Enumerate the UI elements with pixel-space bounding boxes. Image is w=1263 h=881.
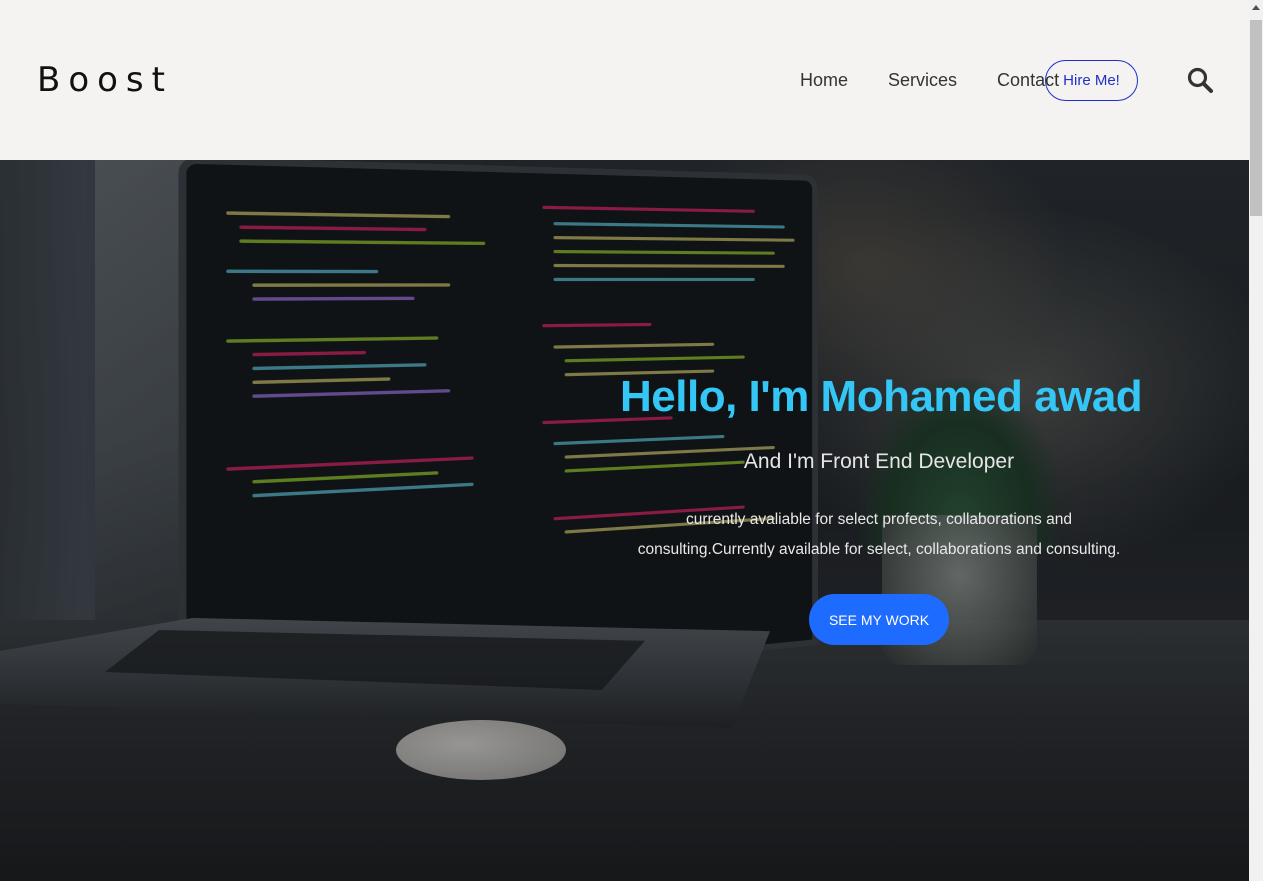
hero-content: Hello, I'm Mohamed awad And I'm Front En… (620, 160, 1143, 881)
hire-me-button[interactable]: Hire Me! (1045, 60, 1138, 101)
hero-description: currently avaliable for select profects,… (637, 511, 1121, 558)
hero-section: Hello, I'm Mohamed awad And I'm Front En… (0, 160, 1249, 881)
vertical-scrollbar[interactable] (1249, 0, 1263, 881)
hero-title: Hello, I'm Mohamed awad (620, 372, 1143, 421)
nav-link-services[interactable]: Services (888, 60, 957, 101)
site-header: Boost Home Services Contact Hire Me! (0, 0, 1249, 160)
nav-link-home[interactable]: Home (800, 60, 848, 101)
logo[interactable]: Boost (37, 58, 173, 102)
page: Boost Home Services Contact Hire Me! Hel… (0, 0, 1263, 881)
scroll-up-arrow-icon[interactable] (1252, 5, 1260, 10)
see-my-work-button[interactable]: SEE MY WORK (809, 594, 949, 645)
search-icon[interactable] (1186, 66, 1214, 94)
hero-subtitle: And I'm Front End Developer (743, 450, 1015, 473)
scrollbar-thumb[interactable] (1250, 20, 1262, 216)
main-nav: Home Services Contact (800, 60, 1059, 101)
